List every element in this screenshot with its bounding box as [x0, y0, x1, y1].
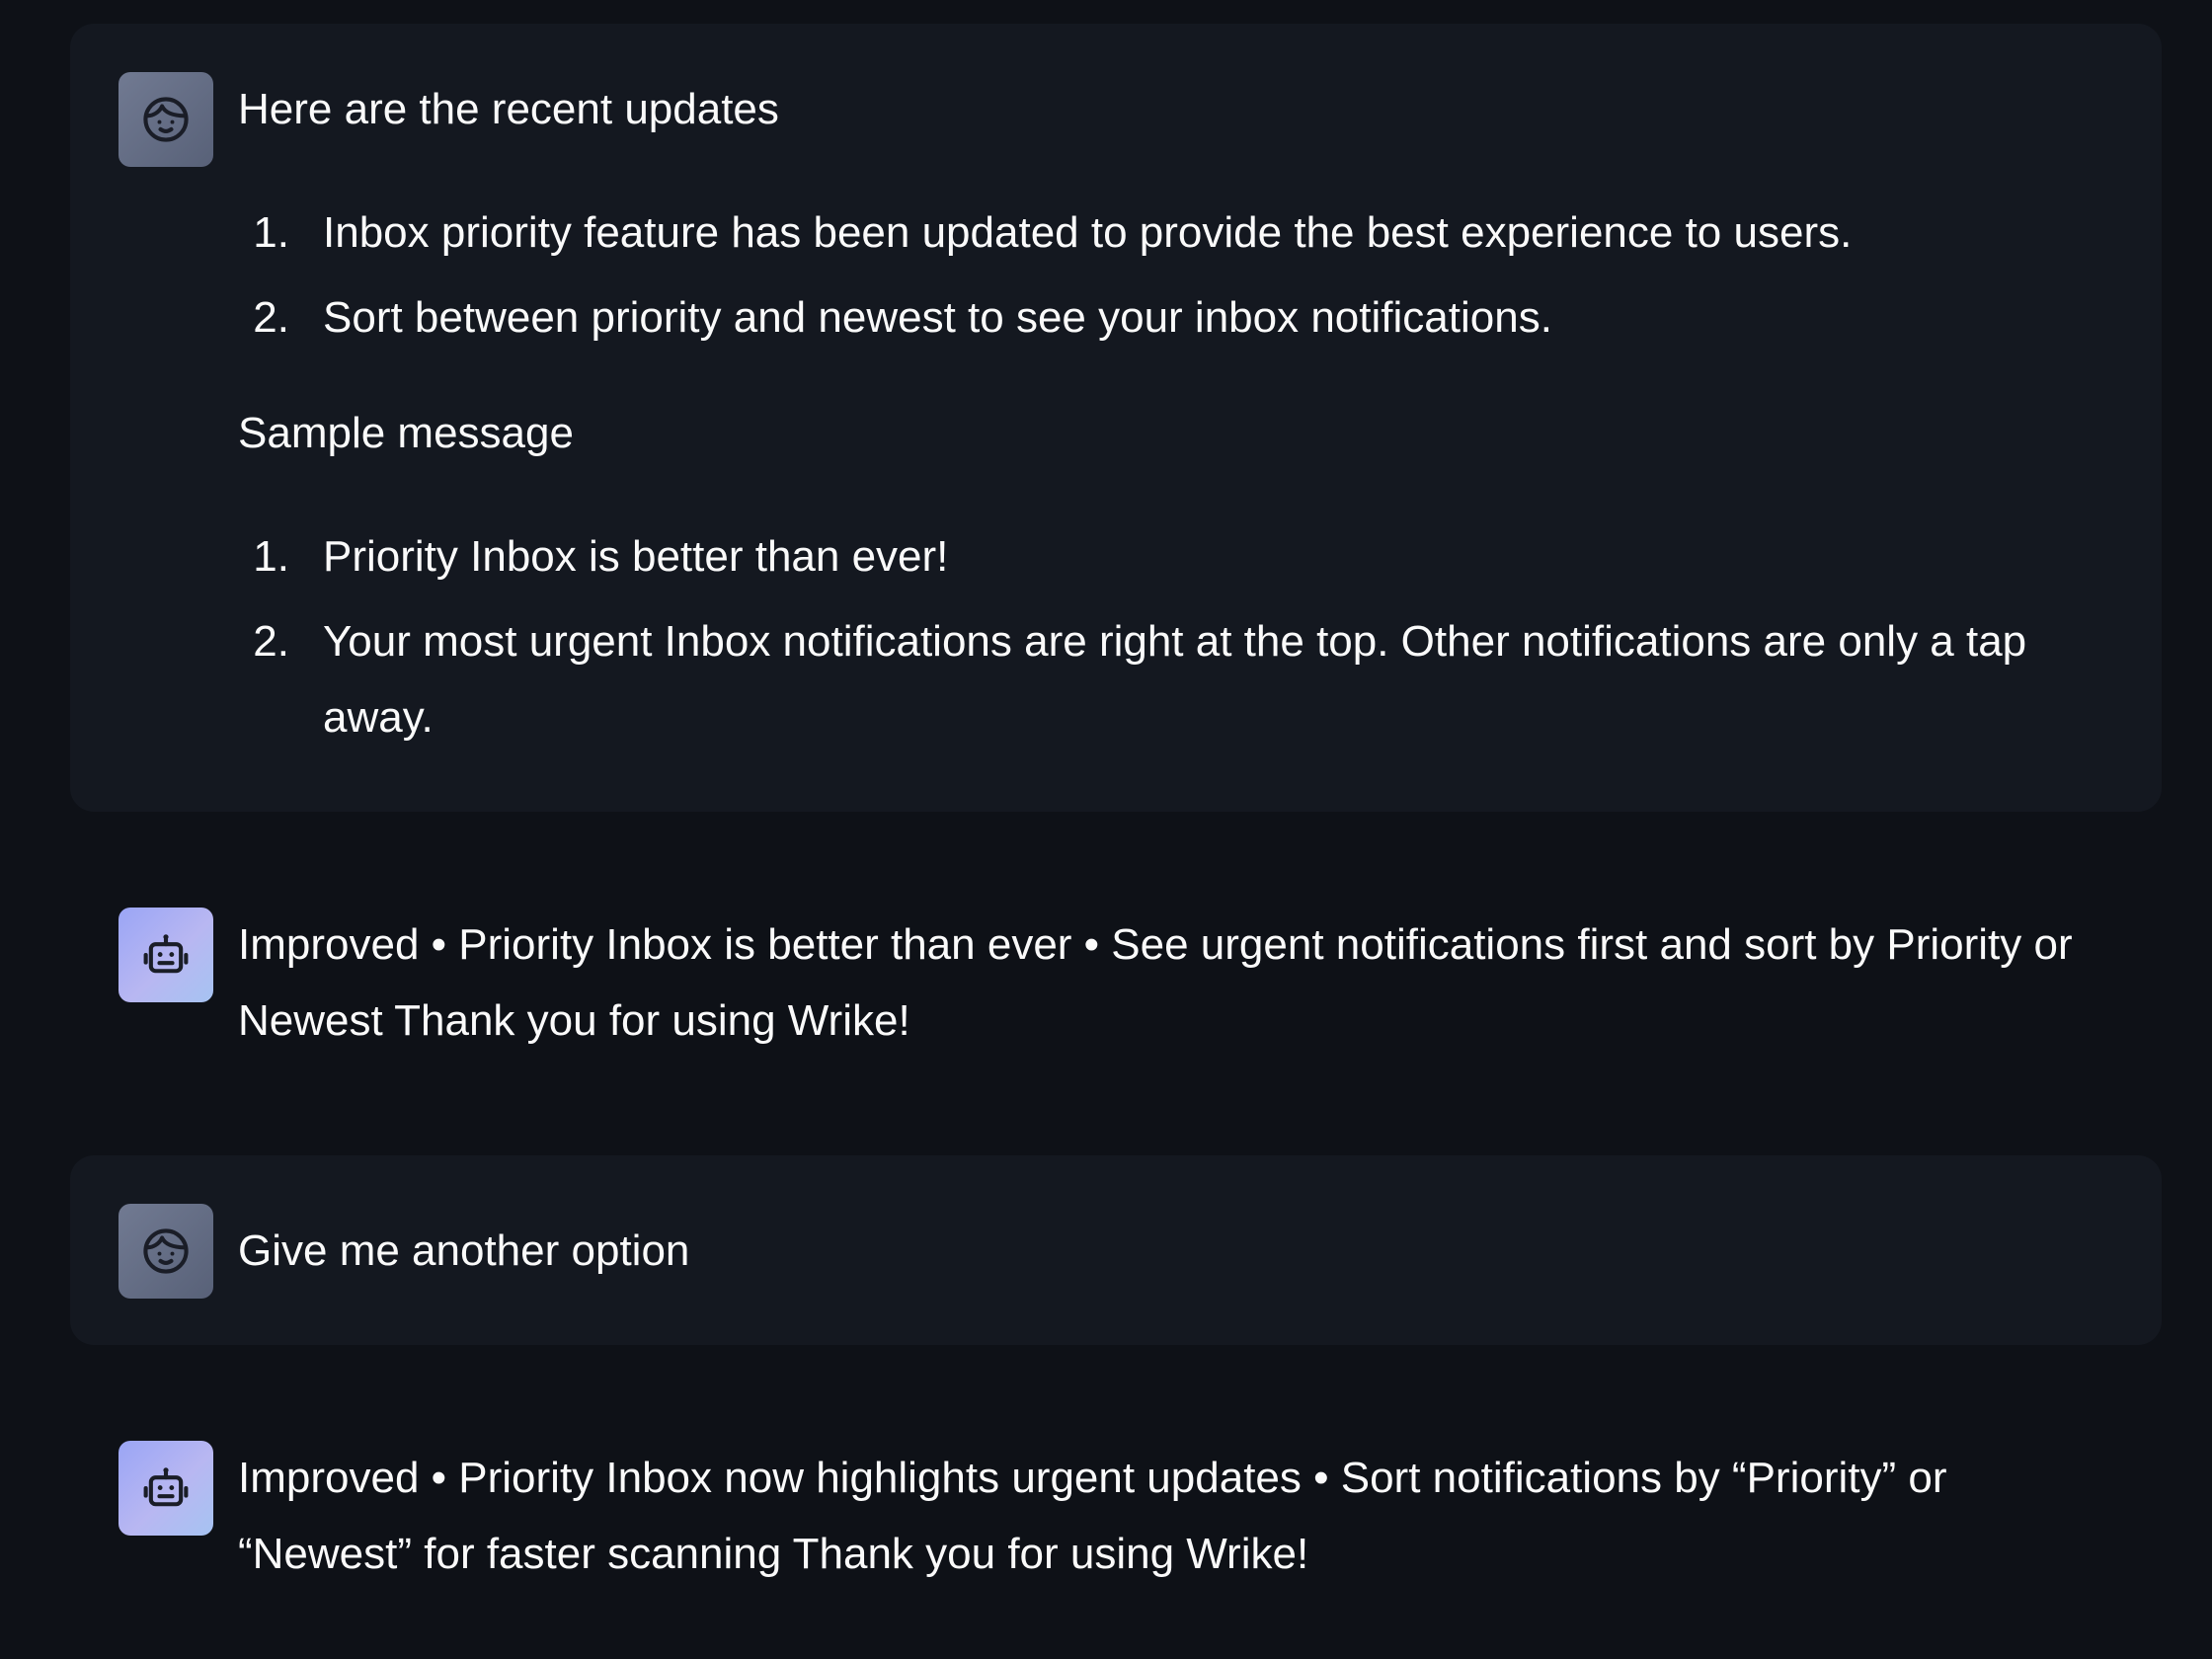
user-avatar	[118, 1204, 213, 1299]
message-content: Improved • Priority Inbox is better than…	[238, 907, 2132, 1059]
message-text: Improved • Priority Inbox is better than…	[238, 920, 2073, 1045]
user-message: Give me another option	[70, 1155, 2162, 1345]
list-item-text: Your most urgent Inbox notifications are…	[323, 617, 2027, 742]
list-item-text: Priority Inbox is better than ever!	[323, 532, 949, 581]
list-number: 2.	[253, 293, 289, 342]
message-intro: Here are the recent updates	[238, 85, 779, 133]
message-text: Improved • Priority Inbox now highlights…	[238, 1454, 1947, 1578]
message-subheading: Sample message	[238, 409, 574, 457]
message-content: Here are the recent updates 1. Inbox prio…	[238, 71, 2132, 755]
list-item-text: Sort between priority and newest to see …	[323, 293, 1552, 342]
assistant-avatar	[118, 1441, 213, 1536]
updates-list: 1. Inbox priority feature has been update…	[238, 195, 2132, 356]
user-avatar	[118, 72, 213, 167]
assistant-message: Improved • Priority Inbox is better than…	[70, 881, 2162, 1118]
list-number: 1.	[253, 208, 289, 257]
assistant-message: Improved • Priority Inbox now highlights…	[70, 1414, 2162, 1651]
robot-icon	[143, 1467, 189, 1507]
list-item: 1. Priority Inbox is better than ever!	[238, 518, 2132, 594]
robot-icon	[143, 934, 189, 974]
list-number: 1.	[253, 532, 289, 581]
list-item: 2. Your most urgent Inbox notifications a…	[238, 603, 2132, 755]
user-message: Here are the recent updates 1. Inbox prio…	[70, 24, 2162, 812]
list-number: 2.	[253, 617, 289, 666]
sample-list: 1. Priority Inbox is better than ever! 2.…	[238, 518, 2132, 755]
assistant-avatar	[118, 908, 213, 1002]
message-content: Give me another option	[238, 1213, 2132, 1289]
user-face-icon	[143, 97, 189, 142]
list-item: 1. Inbox priority feature has been update…	[238, 195, 2132, 271]
list-item: 2. Sort between priority and newest to se…	[238, 279, 2132, 356]
list-item-text: Inbox priority feature has been updated …	[323, 208, 1853, 257]
user-face-icon	[143, 1228, 189, 1274]
message-content: Improved • Priority Inbox now highlights…	[238, 1440, 2132, 1592]
message-text: Give me another option	[238, 1226, 690, 1275]
